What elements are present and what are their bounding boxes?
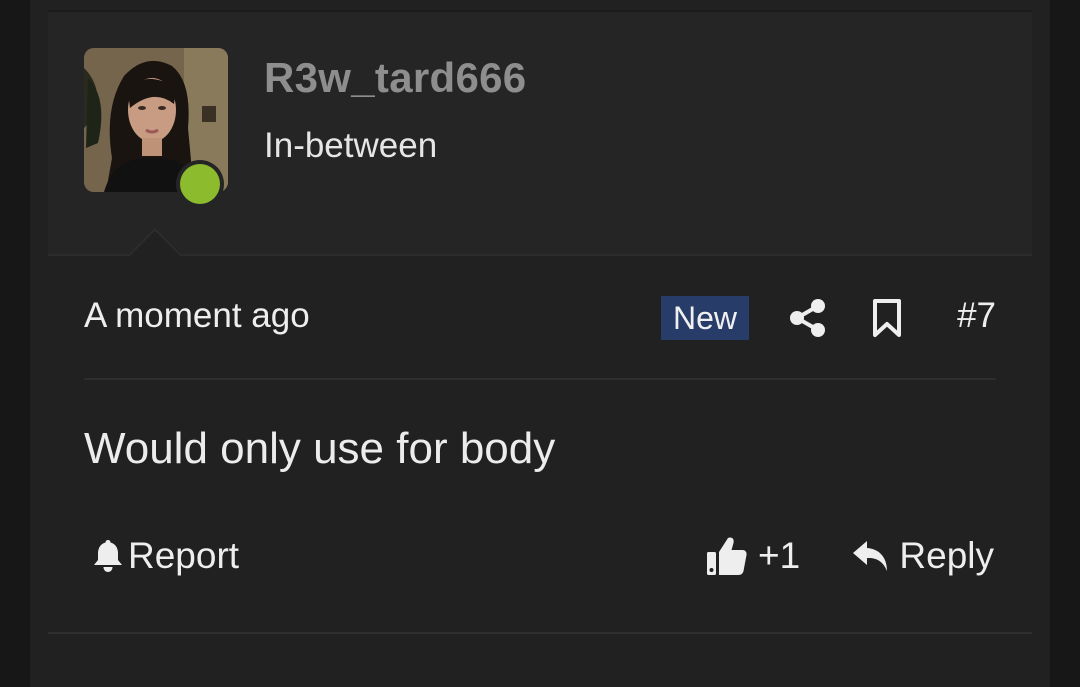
new-badge: New	[661, 296, 749, 340]
post-user-header: R3w_tard666 In-between	[48, 12, 1032, 256]
page: R3w_tard666 In-between A moment ago New …	[30, 0, 1050, 687]
post-actions: Report +1 Reply	[84, 528, 996, 584]
reply-arrow-icon	[853, 541, 888, 571]
share-icon[interactable]	[788, 298, 828, 338]
post-number-link[interactable]: #7	[957, 296, 996, 336]
header-pointer-notch	[122, 222, 188, 256]
meta-divider	[84, 378, 996, 380]
reply-button[interactable]: Reply	[851, 530, 994, 582]
online-status-indicator	[176, 160, 224, 208]
report-label: Report	[128, 535, 240, 576]
like-button[interactable]: +1	[706, 530, 800, 582]
username[interactable]: R3w_tard666	[264, 54, 526, 102]
post-meta-row: A moment ago New #7	[84, 280, 996, 350]
reply-label: Reply	[899, 535, 994, 576]
forum-post: R3w_tard666 In-between A moment ago New …	[48, 10, 1032, 634]
bell-icon	[94, 540, 122, 572]
user-title: In-between	[264, 126, 438, 165]
post-body: Would only use for body	[84, 424, 556, 473]
post-bottom-divider	[48, 632, 1032, 634]
like-count: +1	[758, 535, 801, 576]
thumbs-up-icon	[707, 537, 747, 575]
report-button[interactable]: Report	[92, 532, 239, 580]
post-timestamp[interactable]: A moment ago	[84, 296, 310, 336]
bookmark-icon[interactable]	[870, 298, 904, 338]
